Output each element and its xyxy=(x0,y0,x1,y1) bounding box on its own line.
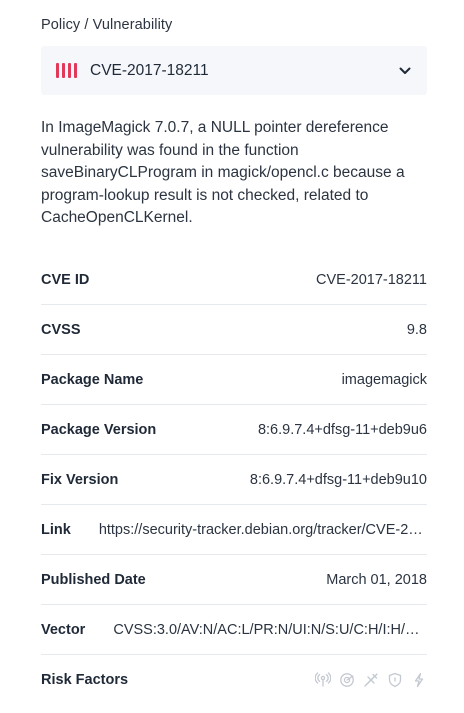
detail-row-package-name: Package Name imagemagick xyxy=(41,355,427,405)
no-fix-icon[interactable] xyxy=(363,672,379,688)
detail-label: CVSS xyxy=(41,321,81,338)
detail-label: Published Date xyxy=(41,571,146,588)
severity-bars-icon xyxy=(56,63,77,78)
breadcrumb: Policy / Vulnerability xyxy=(41,17,173,33)
detail-value: imagemagick xyxy=(341,371,427,388)
detail-row-package-version: Package Version 8:6.9.7.4+dfsg-11+deb9u6 xyxy=(41,405,427,455)
detail-label: Package Name xyxy=(41,371,144,388)
risk-factor-icons xyxy=(315,672,427,688)
detail-link[interactable]: https://security-tracker.debian.org/trac… xyxy=(99,522,427,538)
chevron-down-icon[interactable] xyxy=(397,63,413,79)
detail-label: Link xyxy=(41,521,71,538)
detail-label: Package Version xyxy=(41,421,157,438)
detail-value: CVSS:3.0/AV:N/AC:L/PR:N/UI:N/S:U/C:H/I:H… xyxy=(113,621,427,638)
detail-row-vector: Vector CVSS:3.0/AV:N/AC:L/PR:N/UI:N/S:U/… xyxy=(41,605,427,655)
detail-value: CVE-2017-18211 xyxy=(316,271,427,288)
detail-value: 8:6.9.7.4+dfsg-11+deb9u10 xyxy=(249,471,427,488)
detail-row-link: Link https://security-tracker.debian.org… xyxy=(41,505,427,555)
cve-selector-title: CVE-2017-18211 xyxy=(90,61,209,79)
detail-value: March 01, 2018 xyxy=(326,571,427,588)
detail-label: Risk Factors xyxy=(41,672,129,688)
remote-execution-icon[interactable] xyxy=(315,672,331,688)
lightning-icon[interactable] xyxy=(411,672,427,688)
detail-label: Fix Version xyxy=(41,471,119,488)
details-list: CVE ID CVE-2017-18211 CVSS 9.8 Package N… xyxy=(41,255,427,705)
attack-vector-icon[interactable] xyxy=(339,672,355,688)
vulnerability-description: In ImageMagick 7.0.7, a NULL pointer der… xyxy=(41,119,405,226)
detail-row-cve-id: CVE ID CVE-2017-18211 xyxy=(41,255,427,305)
detail-label: CVE ID xyxy=(41,271,90,288)
detail-label: Vector xyxy=(41,621,86,638)
detail-row-published-date: Published Date March 01, 2018 xyxy=(41,555,427,605)
detail-row-cvss: CVSS 9.8 xyxy=(41,305,427,355)
detail-row-fix-version: Fix Version 8:6.9.7.4+dfsg-11+deb9u10 xyxy=(41,455,427,505)
detail-value: 8:6.9.7.4+dfsg-11+deb9u6 xyxy=(257,421,427,438)
cve-selector[interactable]: CVE-2017-18211 xyxy=(41,46,427,95)
detail-value: 9.8 xyxy=(406,321,427,338)
shield-icon[interactable] xyxy=(387,672,403,688)
detail-row-risk-factors: Risk Factors xyxy=(41,655,427,705)
